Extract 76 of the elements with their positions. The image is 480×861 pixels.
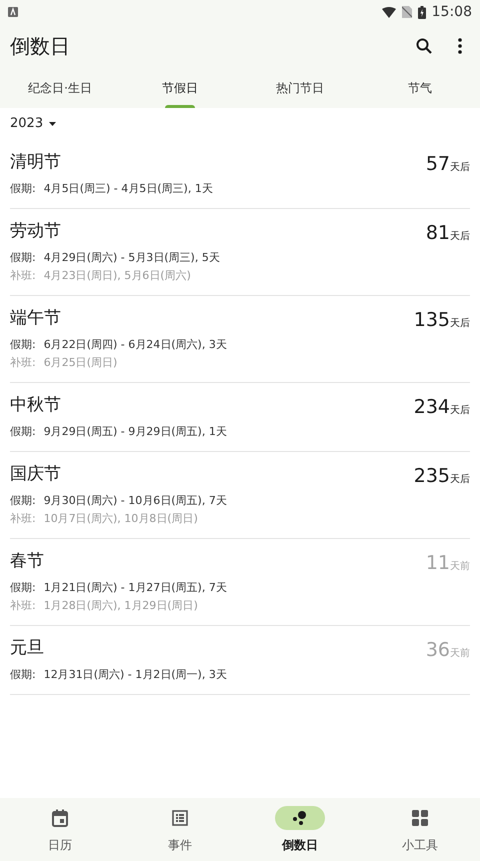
nav-label: 倒数日 [282, 836, 318, 854]
day-count: 234 [414, 395, 450, 420]
vacation-label: 假期: [10, 424, 36, 440]
battery-icon [418, 6, 426, 18]
nav-item[interactable]: 日历 [0, 798, 120, 861]
holiday-name: 中秋节 [10, 394, 62, 417]
makeup-label: 补班: [10, 598, 36, 614]
nav-label: 小工具 [402, 836, 438, 854]
vacation-dates: 12月31日(周六) - 1月2日(周一), 3天 [44, 667, 227, 683]
vacation-dates: 4月5日(周三) - 4月5日(周三), 1天 [44, 181, 213, 197]
day-count: 235 [414, 464, 450, 489]
vacation-dates: 4月29日(周六) - 5月3日(周三), 5天 [44, 250, 220, 266]
holiday-name: 春节 [10, 550, 45, 573]
nav-label: 日历 [48, 836, 72, 854]
holiday-name: 劳动节 [10, 220, 62, 243]
makeup-dates: 1月28日(周六), 1月29日(周日) [44, 598, 198, 614]
vacation-label: 假期: [10, 250, 36, 266]
makeup-label: 补班: [10, 268, 36, 284]
holiday-item[interactable]: 元旦 假期: 12月31日(周六) - 1月2日(周一), 3天 36天前 [10, 626, 470, 695]
day-count: 81 [426, 221, 450, 246]
vacation-label: 假期: [10, 580, 36, 596]
day-count: 57 [426, 152, 450, 177]
holiday-item[interactable]: 清明节 假期: 4月5日(周三) - 4月5日(周三), 1天 57天后 [10, 140, 470, 209]
calendar-icon [52, 808, 68, 826]
vacation-label: 假期: [10, 337, 36, 353]
holiday-name: 元旦 [10, 637, 45, 660]
bubbles-icon [292, 810, 308, 826]
vacation-label: 假期: [10, 493, 36, 509]
tab[interactable]: 纪念日·生日 [0, 68, 120, 108]
vacation-dates: 6月22日(周四) - 6月24日(周六), 3天 [44, 337, 227, 353]
day-suffix: 天后 [450, 160, 470, 175]
day-count: 135 [414, 308, 450, 333]
tab[interactable]: 节假日 [120, 68, 240, 108]
holiday-item[interactable]: 劳动节 假期: 4月29日(周六) - 5月3日(周三), 5天 补班: 4月23日(周日), 5月6日(周六) 81天后 [10, 209, 470, 296]
makeup-dates: 4月23日(周日), 5月6日(周六) [44, 268, 191, 284]
more-icon [458, 38, 462, 54]
vacation-label: 假期: [10, 181, 36, 197]
grid-icon [412, 810, 428, 826]
nav-item[interactable]: 事件 [120, 798, 240, 861]
no-sim-icon [402, 6, 412, 18]
holiday-item[interactable]: 国庆节 假期: 9月30日(周六) - 10月6日(周五), 7天 补班: 10月7日(周六), 10月8日(周日) 235天后 [10, 452, 470, 539]
holiday-item[interactable]: 端午节 假期: 6月22日(周四) - 6月24日(周六), 3天 补班: 6月25日(周日) 135天后 [10, 296, 470, 383]
holiday-name: 国庆节 [10, 463, 62, 486]
makeup-dates: 10月7日(周六), 10月8日(周日) [44, 511, 198, 527]
day-suffix: 天后 [450, 404, 470, 418]
nav-item[interactable]: 倒数日 [240, 798, 360, 861]
makeup-dates: 6月25日(周日) [44, 355, 118, 371]
holiday-name: 清明节 [10, 151, 62, 174]
vacation-label: 假期: [10, 667, 36, 683]
day-suffix: 天后 [450, 316, 470, 331]
makeup-label: 补班: [10, 511, 36, 527]
nav-label: 事件 [168, 836, 192, 854]
day-count: 11 [426, 551, 450, 576]
nav-item[interactable]: 小工具 [360, 798, 480, 861]
vacation-dates: 9月30日(周六) - 10月6日(周五), 7天 [44, 493, 227, 509]
holiday-name: 端午节 [10, 307, 62, 330]
day-suffix: 天前 [450, 647, 470, 661]
search-icon [416, 38, 432, 54]
day-count: 36 [426, 638, 450, 663]
vacation-dates: 1月21日(周六) - 1月27日(周五), 7天 [44, 580, 227, 596]
day-suffix: 天后 [450, 472, 470, 487]
app-title: 倒数日 [10, 33, 70, 60]
tab[interactable]: 节气 [360, 68, 480, 108]
holiday-item[interactable]: 春节 假期: 1月21日(周六) - 1月27日(周五), 7天 补班: 1月28日(周六), 1月29日(周日) 11天前 [10, 539, 470, 626]
vacation-dates: 9月29日(周五) - 9月29日(周五), 1天 [44, 424, 227, 440]
holiday-item[interactable]: 中秋节 假期: 9月29日(周五) - 9月29日(周五), 1天 234天后 [10, 383, 470, 452]
day-suffix: 天后 [450, 230, 470, 244]
status-time: 15:08 [432, 2, 472, 22]
caret-icon [49, 122, 56, 126]
day-suffix: 天前 [450, 560, 470, 574]
year-dropdown[interactable]: 2023 [10, 114, 56, 134]
tab[interactable]: 热门节日 [240, 68, 360, 108]
list-icon [172, 810, 188, 826]
wifi-icon [382, 6, 396, 18]
makeup-label: 补班: [10, 355, 36, 371]
app-notification-icon [8, 7, 18, 17]
